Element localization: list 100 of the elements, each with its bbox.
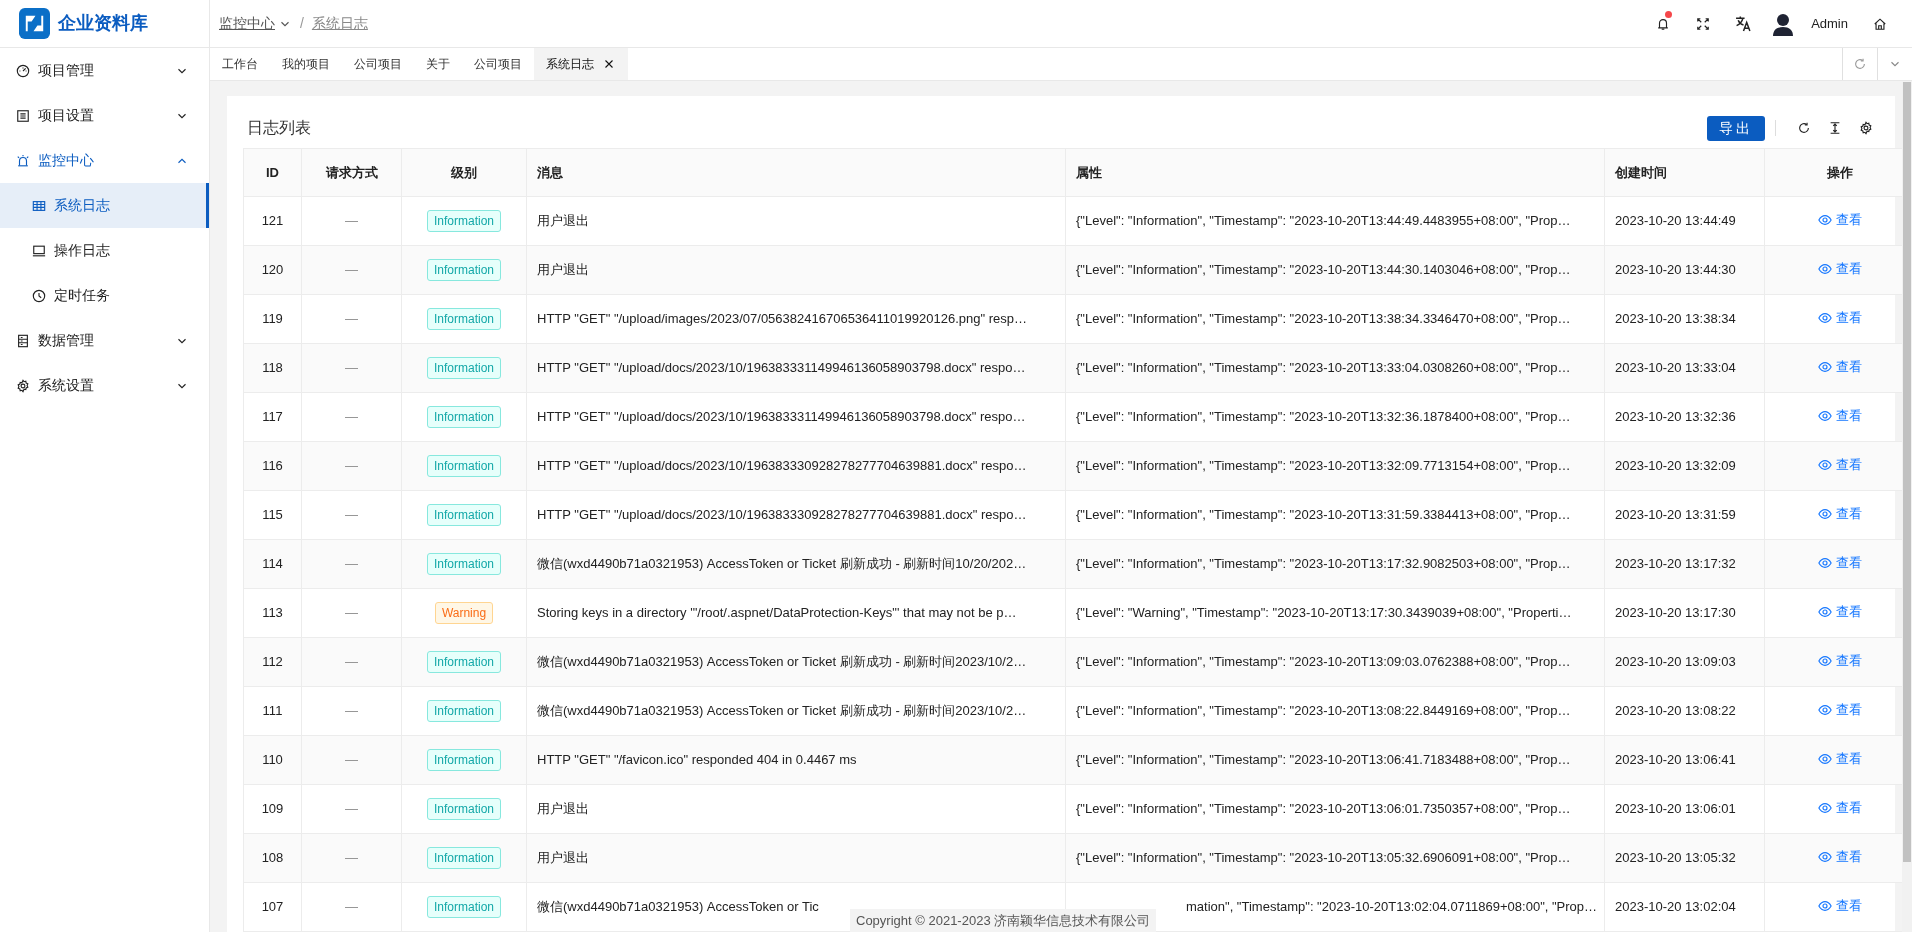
view-link[interactable]: 查看 (1817, 601, 1862, 622)
eye-icon (1817, 800, 1832, 815)
table-cell: — (301, 539, 402, 589)
tab[interactable]: 我的项目 (270, 48, 342, 80)
view-link[interactable]: 查看 (1817, 356, 1862, 377)
sidebar-subitem[interactable]: 操作日志 (0, 228, 209, 273)
table-cell: — (301, 245, 402, 295)
table-cell: HTTP "GET" "/favicon.ico" responded 404 in 0.4467 ms (526, 735, 1066, 785)
gauge-icon (16, 63, 30, 78)
table-cell: 120 (243, 245, 302, 295)
eye-icon (1817, 604, 1832, 619)
view-link[interactable]: 查看 (1817, 258, 1862, 279)
tab[interactable]: 系统日志 (534, 48, 628, 80)
sidebar-item[interactable]: 数据管理 (0, 318, 209, 363)
level-tag: Information (427, 308, 501, 330)
level-tag: Information (427, 798, 501, 820)
table-cell: 113 (243, 588, 302, 638)
sidebar-subitem[interactable]: 系统日志 (0, 183, 209, 228)
level-tag: Information (427, 357, 501, 379)
tab[interactable]: 工作台 (210, 48, 270, 80)
eye-icon (1817, 359, 1832, 374)
table-cell: {"Level": "Information", "Timestamp": "2023-10-20T13:09:03.0762388+08:00", "Prop… (1065, 637, 1605, 687)
column-header: 请求方式 (301, 148, 402, 197)
level-tag: Warning (434, 602, 494, 624)
column-header: 创建时间 (1604, 148, 1765, 197)
table-cell: 2023-10-20 13:31:59 (1604, 490, 1765, 540)
sidebar-item[interactable]: 监控中心 (0, 138, 209, 183)
eye-icon (1817, 261, 1832, 276)
bell-icon (1656, 16, 1671, 31)
table-cell: {"Level": "Information", "Timestamp": "2023-10-20T13:08:22.8449169+08:00", "Prop… (1065, 686, 1605, 736)
eye-icon (1817, 212, 1832, 227)
gear-icon (16, 378, 30, 393)
eye-icon (1817, 310, 1832, 325)
table-cell: {"Level": "Information", "Timestamp": "2023-10-20T13:33:04.0308260+08:00", "Prop… (1065, 343, 1605, 393)
logo-icon (19, 8, 50, 39)
table-cell: 用户退出 (526, 784, 1066, 834)
view-link[interactable]: 查看 (1817, 650, 1862, 671)
table-cell: Storing keys in a directory '"/root/.aspnet/DataProtection-Keys"' that may not be p… (526, 588, 1066, 638)
table-cell: 2023-10-20 13:44:30 (1604, 245, 1765, 295)
view-link[interactable]: 查看 (1817, 405, 1862, 426)
view-link[interactable]: 查看 (1817, 503, 1862, 524)
refresh-icon (1797, 121, 1811, 135)
column-header: 级别 (401, 148, 527, 197)
table-cell: 微信(wxd4490b71a0321953) AccessToken or Ticket 刷新成功 - 刷新时间10/20/202… (526, 539, 1066, 589)
scrollbar-thumb[interactable] (1903, 82, 1911, 862)
table-cell: {"Level": "Information", "Timestamp": "2023-10-20T13:06:01.7350357+08:00", "Prop… (1065, 784, 1605, 834)
table-cell: — (301, 196, 402, 246)
tab[interactable]: 公司项目 (462, 48, 534, 80)
table-cell: 119 (243, 294, 302, 344)
table-cell: {"Level": "Information", "Timestamp": "2023-10-20T13:17:32.9082503+08:00", "Prop… (1065, 539, 1605, 589)
view-link[interactable]: 查看 (1817, 307, 1862, 328)
view-link[interactable]: 查看 (1817, 797, 1862, 818)
eye-icon (1817, 555, 1832, 570)
view-link[interactable]: 查看 (1817, 846, 1862, 867)
table-cell: — (301, 294, 402, 344)
view-link[interactable]: 查看 (1817, 209, 1862, 230)
table-cell: HTTP "GET" "/upload/docs/2023/10/196383330928278277704639881.docx" respo… (526, 490, 1066, 540)
table-cell: HTTP "GET" "/upload/docs/2023/10/196383331149946136058903798.docx" respo… (526, 392, 1066, 442)
sidebar-item[interactable]: 项目设置 (0, 93, 209, 138)
table-cell: 114 (243, 539, 302, 589)
table-cell: 107 (243, 882, 302, 932)
sidebar-item[interactable]: 项目管理 (0, 48, 209, 93)
table-cell: — (301, 833, 402, 883)
storage-icon (16, 333, 30, 348)
sidebar-item[interactable]: 系统设置 (0, 363, 209, 408)
tab[interactable]: 关于 (414, 48, 462, 80)
level-tag: Information (427, 504, 501, 526)
view-link[interactable]: 查看 (1817, 454, 1862, 475)
avatar-icon (1772, 11, 1795, 36)
table-cell: 微信(wxd4490b71a0321953) AccessToken or Ticket 刷新成功 - 刷新时间2023/10/2… (526, 637, 1066, 687)
level-tag: Information (427, 210, 501, 232)
table-cell: 2023-10-20 13:05:32 (1604, 833, 1765, 883)
scrollbar[interactable] (1902, 82, 1912, 932)
sidebar-subitem[interactable]: 定时任务 (0, 273, 209, 318)
level-tag: Information (427, 651, 501, 673)
table-cell: — (301, 686, 402, 736)
export-button[interactable]: 导出 (1707, 115, 1765, 141)
settings-icon (1859, 121, 1873, 135)
table-cell: 2023-10-20 13:08:22 (1604, 686, 1765, 736)
level-tag: Information (427, 749, 501, 771)
view-link[interactable]: 查看 (1817, 699, 1862, 720)
table-cell: 111 (243, 686, 302, 736)
table-cell: 2023-10-20 13:17:30 (1604, 588, 1765, 638)
table-cell: {"Level": "Information", "Timestamp": "2023-10-20T13:06:41.7183488+08:00", "Prop… (1065, 735, 1605, 785)
table-cell: 微信(wxd4490b71a0321953) AccessToken or Ticket 刷新成功 - 刷新时间2023/10/2… (526, 686, 1066, 736)
view-link[interactable]: 查看 (1817, 552, 1862, 573)
user-name[interactable]: Admin (1811, 13, 1848, 34)
fullscreen-icon (1696, 16, 1711, 31)
tab[interactable]: 公司项目 (342, 48, 414, 80)
table-cell: 112 (243, 637, 302, 687)
view-link[interactable]: 查看 (1817, 748, 1862, 769)
table-cell: 2023-10-20 13:38:34 (1604, 294, 1765, 344)
view-link[interactable]: 查看 (1817, 895, 1862, 916)
eye-icon (1817, 849, 1832, 864)
table-cell: 108 (243, 833, 302, 883)
column-header: 消息 (526, 148, 1066, 197)
table-cell: 2023-10-20 13:44:49 (1604, 196, 1765, 246)
table-cell: 2023-10-20 13:06:41 (1604, 735, 1765, 785)
table-cell: 117 (243, 392, 302, 442)
table-cell: — (301, 392, 402, 442)
